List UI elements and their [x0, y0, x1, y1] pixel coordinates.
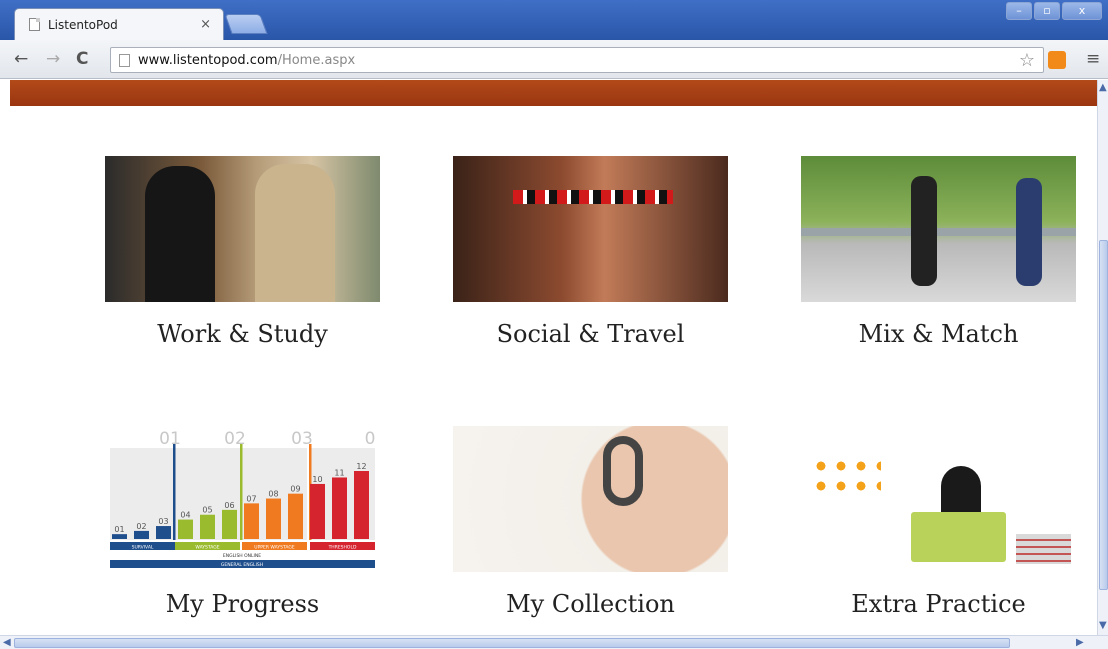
tab-title: ListentoPod: [48, 17, 118, 32]
progress-bar-label: 02: [136, 522, 146, 531]
progress-bar-label: 10: [312, 475, 322, 484]
forward-arrow-icon[interactable]: →: [46, 49, 60, 69]
progress-sub-label: ENGLISH ONLINE: [223, 553, 261, 559]
scroll-down-icon[interactable]: ▼: [1099, 620, 1107, 631]
progress-column-number: 01: [159, 429, 181, 449]
progress-bar: [354, 471, 369, 539]
restore-button[interactable]: ▫: [1034, 2, 1060, 20]
progress-bar-label: 03: [158, 517, 168, 526]
mix-match-image: [801, 156, 1076, 302]
progress-bar: [244, 503, 259, 539]
progress-bottom-label: GENERAL ENGLISH: [221, 562, 263, 568]
new-tab-button[interactable]: [224, 14, 268, 34]
progress-bar: [178, 519, 193, 539]
page-icon: [29, 18, 40, 31]
progress-divider: [173, 444, 176, 540]
browser-tab[interactable]: ListentoPod ×: [14, 8, 224, 40]
tile-label: My Collection: [506, 590, 675, 618]
scroll-right-icon[interactable]: ▶: [1076, 637, 1084, 648]
extra-practice-image: [801, 426, 1076, 572]
progress-chart: 01 02 03 001 0203040506070809101112SURVIVAL W…: [110, 429, 376, 568]
bookmark-star-icon[interactable]: ☆: [1019, 50, 1035, 71]
tile-label: Extra Practice: [851, 590, 1026, 618]
tile-label: Social & Travel: [496, 320, 685, 348]
tile-label: Mix & Match: [858, 320, 1019, 348]
tile-my-progress[interactable]: 01 02 03 0 01 02 03 04 05 06 07 08 09 10 11 12 SURVIVAL W…: [105, 426, 380, 618]
progress-bar: [266, 498, 281, 539]
tile-social-travel[interactable]: Social & Travel: [453, 156, 728, 348]
progress-divider: [240, 444, 243, 540]
progress-bar: [332, 477, 347, 539]
progress-level-label: THRESHOLD: [328, 545, 357, 551]
window-controls: – ▫ x: [1006, 2, 1102, 20]
back-arrow-icon[interactable]: ←: [14, 49, 28, 69]
tile-label: My Progress: [165, 590, 320, 618]
tile-mix-match[interactable]: Mix & Match: [801, 156, 1076, 348]
vertical-scroll-thumb[interactable]: [1099, 240, 1108, 590]
my-progress-image: 01 02 03 0 01 02 03 04 05 06 07 08 09 10 11 12 SURVIVAL W…: [105, 426, 380, 572]
url-host: www.listentopod.com: [138, 52, 278, 68]
reload-icon[interactable]: C: [76, 49, 88, 69]
vertical-scrollbar[interactable]: ▲ ▼: [1097, 80, 1108, 635]
progress-column-number: 02: [224, 429, 246, 449]
close-window-button[interactable]: x: [1062, 2, 1102, 20]
progress-bar: [222, 509, 237, 539]
progress-bar-label: 08: [268, 490, 278, 499]
progress-bar: [310, 483, 325, 539]
site-header-banner: [10, 80, 1097, 106]
tile-my-collection[interactable]: My Collection: [453, 426, 728, 618]
progress-bar-label: 07: [246, 494, 256, 503]
progress-column-number: 0: [365, 429, 376, 449]
work-study-image: [105, 156, 380, 302]
progress-level-label: WAYSTAGE: [195, 545, 219, 551]
minimize-button[interactable]: –: [1006, 2, 1032, 20]
progress-level-label: SURVIVAL: [132, 545, 154, 551]
progress-bar-label: 06: [224, 501, 234, 510]
tab-close-icon[interactable]: ×: [200, 17, 211, 32]
menu-icon[interactable]: ≡: [1086, 49, 1100, 69]
horizontal-scrollbar[interactable]: ◀ ▶: [0, 635, 1108, 649]
progress-bar: [200, 514, 215, 539]
tile-work-study[interactable]: Work & Study: [105, 156, 380, 348]
progress-level-label: UPPER WAYSTAGE: [254, 545, 295, 551]
progress-bar-label: 05: [202, 506, 212, 515]
horizontal-scroll-thumb[interactable]: [14, 638, 1010, 648]
progress-bar: [112, 534, 127, 539]
progress-bar: [156, 526, 171, 539]
tile-extra-practice[interactable]: Extra Practice: [801, 426, 1076, 618]
scroll-up-icon[interactable]: ▲: [1099, 82, 1107, 93]
social-travel-image: [453, 156, 728, 302]
rss-icon[interactable]: [1048, 51, 1066, 69]
tile-label: Work & Study: [157, 320, 328, 348]
progress-bar: [134, 530, 149, 539]
page-icon: [119, 53, 130, 67]
scroll-left-icon[interactable]: ◀: [3, 637, 11, 648]
progress-bar-label: 12: [356, 462, 366, 471]
address-bar[interactable]: www.listentopod.com/Home.aspx ☆: [110, 47, 1044, 73]
progress-bar: [288, 493, 303, 539]
progress-bar-label: 01: [114, 525, 124, 534]
progress-bar-label: 09: [290, 485, 300, 494]
my-collection-image: [453, 426, 728, 572]
browser-toolbar: ← → C www.listentopod.com/Home.aspx ☆ ≡: [0, 40, 1108, 79]
progress-bar-label: 11: [334, 468, 344, 477]
url-path: /Home.aspx: [277, 52, 356, 68]
progress-bar-label: 04: [180, 511, 190, 520]
browser-title-bar: ListentoPod × – ▫ x: [0, 0, 1108, 40]
